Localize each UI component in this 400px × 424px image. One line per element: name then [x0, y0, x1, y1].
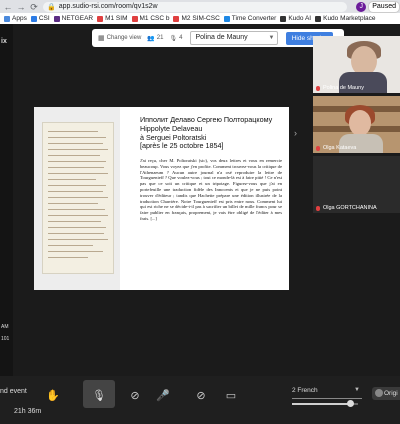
end-event-label[interactable]: nd event — [0, 388, 27, 395]
participants-count[interactable]: 👥 21 — [147, 35, 163, 42]
mic-icon — [316, 85, 320, 91]
handwritten-letter-image — [42, 122, 114, 274]
shared-document: Ипполит Делаво Сергею Полторацкому Hippo… — [34, 107, 289, 290]
participant-name: Olga GORTCHANINA — [316, 205, 377, 211]
camera-off-icon[interactable]: ⊘ — [192, 386, 210, 406]
bookmark-time-converter[interactable]: Time Converter — [223, 15, 276, 22]
bookmark-icon — [280, 15, 287, 22]
bottom-controls: nd event 21h 36m ✋ 🎙 ⊘ 🎤 ⊘ ▭ 2 French ▼ … — [0, 376, 400, 424]
volume-slider[interactable] — [292, 400, 358, 407]
back-icon[interactable]: ← — [3, 2, 13, 12]
chevron-down-icon: ▼ — [354, 387, 360, 393]
bookmark-kudo-ai[interactable]: Kudo AI — [280, 15, 311, 22]
bookmark-icon — [173, 15, 180, 22]
sidebar-title: ix — [1, 38, 7, 45]
bookmark-icon — [131, 15, 138, 22]
mic-icon — [316, 205, 320, 211]
speakers-count[interactable]: 🎙 4 — [169, 35, 182, 42]
speaker-icon: 🎙 — [169, 35, 178, 42]
bookmark-icon — [223, 15, 230, 22]
letter-image-panel — [34, 107, 120, 290]
sidebar-time: AM — [1, 324, 9, 330]
next-arrow-icon: › — [294, 128, 297, 138]
bookmark-icon — [315, 15, 322, 22]
video-off-icon[interactable]: ⊘ — [126, 386, 144, 406]
forward-icon[interactable]: → — [16, 2, 26, 12]
original-audio-button[interactable]: Origi — [372, 387, 400, 400]
language-select[interactable]: 2 French ▼ — [292, 387, 362, 399]
grid-icon: ▦ — [98, 35, 105, 42]
people-icon: 👥 — [147, 35, 155, 42]
bookmark-csi[interactable]: CSI — [30, 15, 50, 22]
hand-raise-icon[interactable]: ✋ — [44, 386, 62, 406]
browser-toolbar: ← → ⟳ 🔒 app.sudio-rsi.com/room/qv1s2w — [0, 0, 400, 13]
screen-share-icon[interactable]: ▭ — [222, 386, 240, 406]
bookmark-netgear[interactable]: NETGEAR — [53, 15, 93, 22]
share-toolbar: ▦ Change view 👥 21 🎙 4 Polina de Mauny ▼… — [92, 29, 344, 47]
participant-tile[interactable]: Olga Kataeva — [313, 96, 400, 153]
participant-tile[interactable]: Polina de Mauny — [313, 36, 400, 93]
lock-icon: 🔒 — [47, 3, 56, 11]
left-sidebar: ix AM 101 — [0, 24, 13, 400]
document-body: J'ai reçu, cher M. Poltoratski (sic), vo… — [140, 158, 282, 221]
participant-name: Polina de Mauny — [316, 85, 364, 91]
bookmark-icon — [30, 15, 37, 22]
sidebar-date: 101 — [1, 336, 10, 342]
globe-icon — [375, 389, 383, 397]
mic-icon[interactable]: 🎤 — [154, 386, 172, 406]
session-timer: 21h 36m — [14, 408, 42, 415]
bookmark-icon — [53, 15, 60, 22]
change-view-button[interactable]: ▦ Change view — [98, 34, 141, 42]
url-text: app.sudio-rsi.com/room/qv1s2w — [58, 3, 158, 10]
mic-icon — [316, 145, 320, 151]
conference-app: ix AM 101 ▦ Change view 👥 21 🎙 4 Polina … — [0, 24, 400, 424]
apps-icon — [4, 15, 10, 22]
reload-icon[interactable]: ⟳ — [29, 2, 39, 12]
bookmark-kudo-marketplace[interactable]: Kudo Marketplace — [315, 15, 376, 22]
paused-button[interactable]: Paused — [368, 0, 400, 13]
bookmark-m1-sim[interactable]: M1 SIM — [97, 15, 128, 22]
address-bar[interactable]: 🔒 app.sudio-rsi.com/room/qv1s2w — [43, 1, 347, 12]
profile-avatar[interactable]: J — [356, 1, 367, 12]
document-title: Ипполит Делаво Сергею Полторацкому Hippo… — [140, 115, 273, 151]
bookmark-m1-csc[interactable]: M1 CSC b — [131, 15, 169, 22]
browser-profile-area: J Paused — [356, 0, 400, 13]
bookmark-m2-sim-csc[interactable]: M2 SIM-CSC — [173, 15, 220, 22]
chevron-down-icon: ▼ — [268, 35, 275, 41]
mic-off-icon: 🎙 — [92, 390, 106, 402]
speaker-select[interactable]: Polina de Mauny ▼ — [190, 31, 279, 45]
bookmark-icon — [97, 15, 104, 22]
participant-tile[interactable]: Olga GORTCHANINA — [313, 156, 400, 213]
participant-name: Olga Kataeva — [316, 145, 356, 151]
volume-knob[interactable] — [347, 400, 355, 407]
bookmark-apps[interactable]: Apps — [4, 15, 27, 22]
participant-video — [349, 110, 371, 136]
